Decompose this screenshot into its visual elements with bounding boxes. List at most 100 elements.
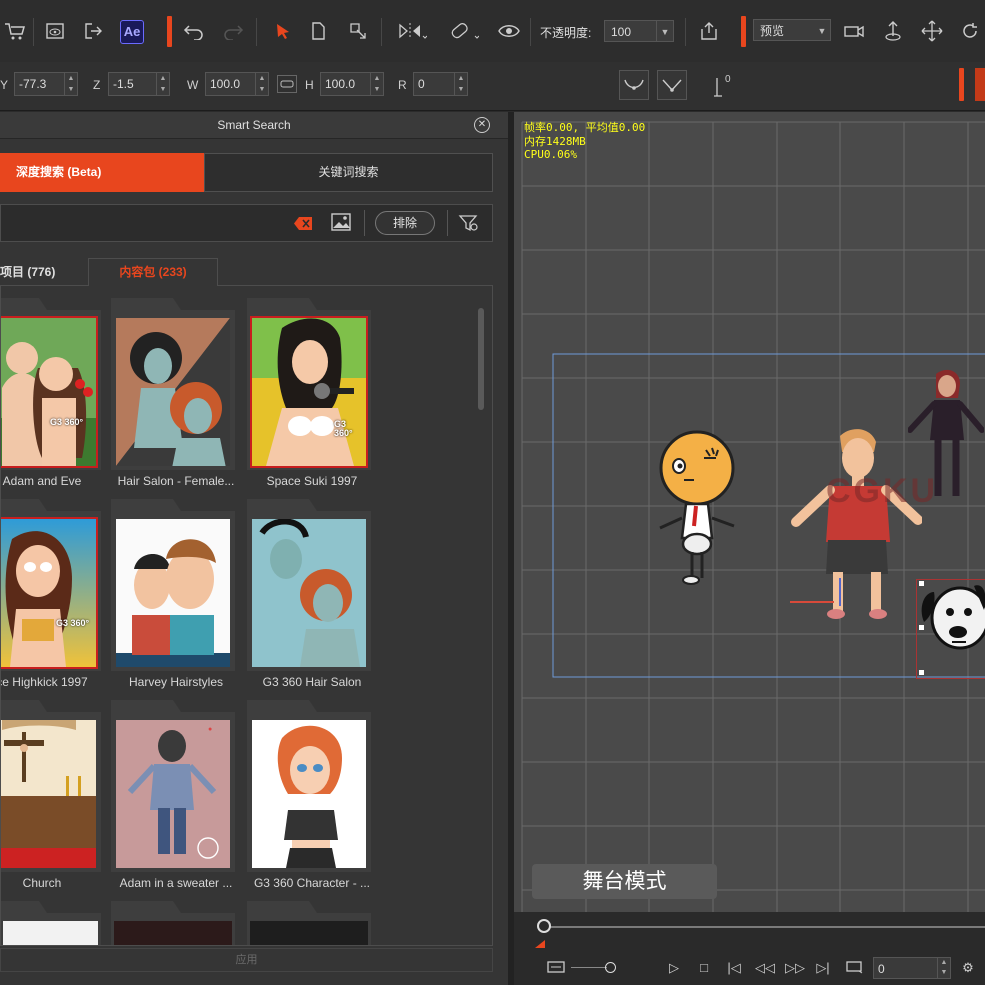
opacity-input[interactable]: 100 ▼	[604, 20, 674, 42]
content-card[interactable]: Hair Salon - Female...	[111, 298, 235, 488]
frame-value: 0	[878, 962, 885, 976]
grid-scrollbar[interactable]	[478, 308, 484, 410]
toolbar-accent-bar	[959, 68, 964, 101]
redo-icon[interactable]	[220, 18, 246, 44]
character-bald-kid[interactable]	[656, 428, 738, 588]
filter-settings-icon[interactable]	[458, 213, 480, 233]
subtitle-icon[interactable]	[547, 960, 565, 976]
curve-down-button[interactable]	[619, 70, 649, 100]
stepper-arrows-icon[interactable]: ▲ ▼	[454, 73, 467, 95]
h-input[interactable]: 100.0 ▲ ▼	[320, 72, 384, 96]
content-card[interactable]: Church	[1, 700, 101, 890]
stepper-arrows-icon[interactable]: ▲ ▼	[937, 958, 950, 978]
card-caption: G3 360 Hair Salon	[262, 675, 362, 689]
content-card[interactable]	[111, 901, 235, 945]
lock-ratio-button[interactable]	[277, 75, 297, 93]
stepper-arrows-icon[interactable]: ▲ ▼	[156, 73, 169, 95]
brand-mark-icon: ●	[208, 726, 213, 733]
content-card[interactable]: G3 360° Adam and Eve	[1, 298, 101, 488]
z-input[interactable]: -1.5 ▲ ▼	[108, 72, 170, 96]
duplicate-icon[interactable]	[305, 18, 331, 44]
content-card[interactable]	[1, 901, 101, 945]
tab-deep-search[interactable]: 深度搜索 (Beta)	[0, 153, 204, 192]
content-card[interactable]: ● Adam in a sweater ...	[111, 700, 235, 890]
previous-frame-icon[interactable]: ◁◁	[755, 960, 775, 976]
link-icon[interactable]	[445, 18, 483, 44]
tab-keyword-search[interactable]: 关键词搜索	[204, 153, 493, 192]
timeline-track[interactable]	[544, 926, 985, 928]
next-frame-icon[interactable]: ▷▷	[785, 960, 805, 976]
apply-button[interactable]: 应用	[0, 948, 493, 972]
rotate-icon[interactable]	[957, 18, 983, 44]
content-card[interactable]: G3 360° ce Highkick 1997	[1, 499, 101, 689]
folder-frame	[247, 901, 371, 945]
preview-window-icon[interactable]	[42, 18, 68, 44]
toolbar-separator	[685, 18, 686, 46]
chain-link-icon	[280, 80, 294, 88]
last-frame-icon[interactable]: ▷|	[815, 960, 831, 976]
corner-point-button[interactable]	[657, 70, 687, 100]
z-value: -1.5	[113, 77, 134, 91]
subtab-items[interactable]: 项目 (776)	[0, 258, 88, 286]
y-input[interactable]: -77.3 ▲ ▼	[14, 72, 78, 96]
clear-search-icon[interactable]	[294, 217, 312, 230]
anchor-pivot-button[interactable]: 0	[713, 74, 735, 98]
after-effects-button[interactable]: Ae	[120, 20, 144, 44]
settings-gear-icon[interactable]: ⚙	[960, 960, 976, 976]
toolbar-separator	[381, 18, 382, 46]
align-corner-icon[interactable]	[696, 18, 722, 44]
volume-track[interactable]	[571, 967, 607, 968]
volume-slider-knob[interactable]	[605, 962, 616, 973]
image-search-icon[interactable]	[330, 212, 352, 232]
chevron-down-icon[interactable]: ▼	[814, 20, 830, 40]
select-arrow-icon[interactable]	[270, 18, 296, 44]
g3-badge: G3 360°	[50, 417, 84, 427]
export-icon[interactable]	[80, 18, 106, 44]
stage-viewport[interactable]: CGKU 帧率0.00, 平均值0.00 内存1428MB CPU0.06%	[514, 112, 985, 912]
move-up-icon[interactable]	[880, 18, 906, 44]
first-frame-icon[interactable]: |◁	[726, 960, 742, 976]
character-dog[interactable]	[916, 578, 985, 678]
preview-mode-select[interactable]: 预览 ▼	[753, 19, 831, 41]
transform-tool-icon[interactable]	[345, 18, 371, 44]
stop-icon[interactable]: □	[696, 960, 712, 976]
camera-icon[interactable]	[841, 18, 867, 44]
opacity-label: 不透明度:	[540, 26, 592, 40]
subtab-content-packs[interactable]: 内容包 (233)	[88, 258, 218, 286]
stepper-arrows-icon[interactable]: ▲ ▼	[64, 73, 77, 95]
stepper-arrows-icon[interactable]: ▲ ▼	[370, 73, 383, 95]
z-label: Z	[93, 78, 101, 92]
r-value: 0	[418, 77, 425, 91]
toolbar-separator	[256, 18, 257, 46]
chevron-down-icon[interactable]: ▼	[656, 21, 673, 41]
h-value: 100.0	[325, 77, 356, 91]
undo-icon[interactable]	[181, 18, 207, 44]
card-caption: Space Suki 1997	[266, 474, 358, 488]
content-card[interactable]: G3 360 Hair Salon	[247, 499, 371, 689]
card-caption: Adam and Eve	[2, 474, 82, 488]
watermark-text: CGKU	[826, 472, 939, 510]
content-card[interactable]: G3 360° Space Suki 1997	[247, 298, 371, 488]
timeline-playhead[interactable]	[537, 919, 551, 933]
content-card[interactable]	[247, 901, 371, 945]
content-card[interactable]: Harvey Hairstyles	[111, 499, 235, 689]
main-toolbar	[0, 0, 985, 63]
stage-mode-label[interactable]: 舞台模式	[532, 864, 717, 899]
r-input[interactable]: 0 ▲ ▼	[413, 72, 468, 96]
frame-input[interactable]: 0 ▲ ▼	[873, 957, 951, 979]
play-icon[interactable]: ▷	[666, 960, 682, 976]
w-value: 100.0	[210, 77, 241, 91]
character-standing-man[interactable]	[790, 428, 922, 624]
cart-icon[interactable]	[2, 18, 28, 44]
visibility-eye-icon[interactable]	[496, 18, 522, 44]
card-caption: Adam in a sweater ...	[119, 876, 233, 890]
cpu-stat: CPU0.06%	[524, 148, 577, 161]
content-card[interactable]: G3 360 Character - ...	[247, 700, 371, 890]
w-input[interactable]: 100.0 ▲ ▼	[205, 72, 269, 96]
stepper-arrows-icon[interactable]: ▲ ▼	[255, 73, 268, 95]
move-all-icon[interactable]	[919, 18, 945, 44]
close-icon[interactable]: ✕	[474, 117, 490, 133]
exclude-button[interactable]: 排除	[375, 211, 435, 235]
flip-icon[interactable]	[393, 18, 431, 44]
loop-icon[interactable]	[845, 960, 865, 976]
